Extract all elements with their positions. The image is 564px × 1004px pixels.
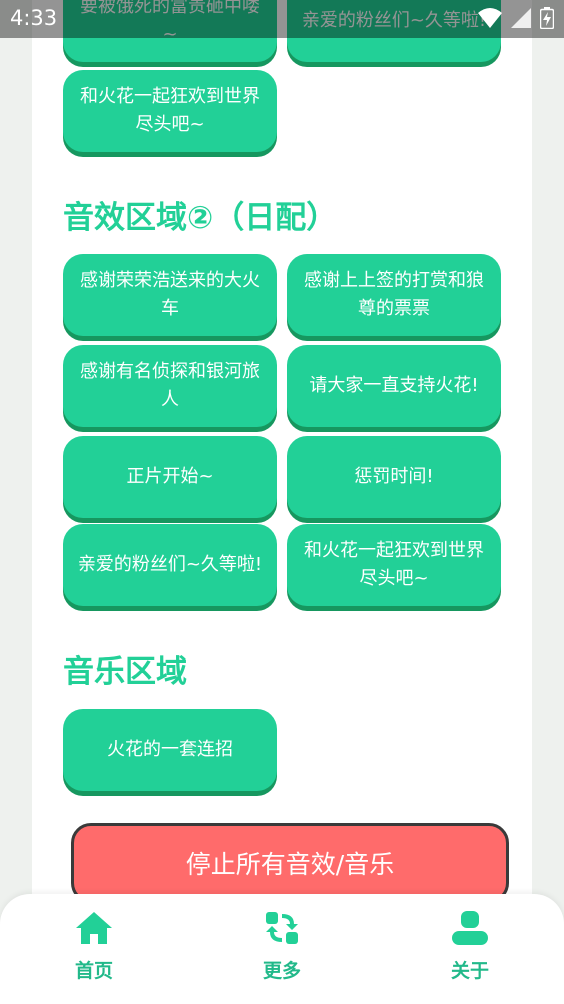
music-button-label: 火花的一套连招	[107, 739, 233, 760]
sfx-button-label: 感谢有名侦探和银河旅人	[80, 361, 260, 410]
signal-icon	[510, 8, 531, 28]
sfx-button-fans-wait-2[interactable]: 亲爱的粉丝们~久等啦!	[63, 524, 277, 606]
status-icons	[474, 7, 554, 31]
section-title-sfx2: 音效区域②（日配）	[63, 200, 338, 236]
sfx-button-thanks-tickets[interactable]: 感谢上上签的打赏和狼尊的票票	[287, 254, 501, 336]
sfx-button-label: 感谢荣荣浩送来的大火车	[80, 270, 260, 319]
nav-item-about[interactable]: 关于	[420, 910, 520, 990]
sfx-button-party-top[interactable]: 和火花一起狂欢到世界尽头吧~	[63, 70, 277, 152]
status-bar: 4:33	[0, 0, 564, 38]
sfx-button-start[interactable]: 正片开始~	[63, 436, 277, 518]
sfx-button-thanks-detective[interactable]: 感谢有名侦探和银河旅人	[63, 345, 277, 427]
sfx-button-label: 和火花一起狂欢到世界尽头吧~	[304, 540, 484, 589]
sfx-button-label: 和火花一起狂欢到世界尽头吧~	[80, 86, 260, 135]
music-button-combo[interactable]: 火花的一套连招	[63, 709, 277, 791]
home-icon	[76, 912, 112, 944]
wifi-icon	[477, 8, 502, 28]
sfx-button-label: 惩罚时间!	[354, 466, 434, 487]
stop-all-label: 停止所有音效/音乐	[185, 850, 395, 879]
section-title-music: 音乐区域	[63, 654, 187, 690]
sfx-button-support[interactable]: 请大家一直支持火花!	[287, 345, 501, 427]
sfx-button-party[interactable]: 和火花一起狂欢到世界尽头吧~	[287, 524, 501, 606]
sfx-button-label: 感谢上上签的打赏和狼尊的票票	[304, 270, 484, 319]
nav-label-more: 更多	[262, 960, 301, 982]
bottom-nav: 首页 更多 关于	[0, 894, 564, 1004]
nav-label-about: 关于	[450, 960, 489, 982]
sfx-button-label: 正片开始~	[126, 466, 214, 487]
sfx-button-label: 亲爱的粉丝们~久等啦!	[77, 554, 263, 575]
refresh-icon	[266, 912, 298, 944]
sfx-button-punish[interactable]: 惩罚时间!	[287, 436, 501, 518]
battery-icon	[540, 7, 554, 29]
user-icon	[452, 911, 488, 945]
status-time: 4:33	[10, 6, 58, 30]
nav-label-home: 首页	[74, 960, 113, 982]
nav-item-home[interactable]: 首页	[44, 910, 144, 990]
nav-item-more[interactable]: 更多	[232, 910, 332, 990]
sfx-button-label: 请大家一直支持火花!	[309, 375, 479, 396]
stop-all-button[interactable]: 停止所有音效/音乐	[71, 823, 509, 903]
sfx-button-thanks-train[interactable]: 感谢荣荣浩送来的大火车	[63, 254, 277, 336]
